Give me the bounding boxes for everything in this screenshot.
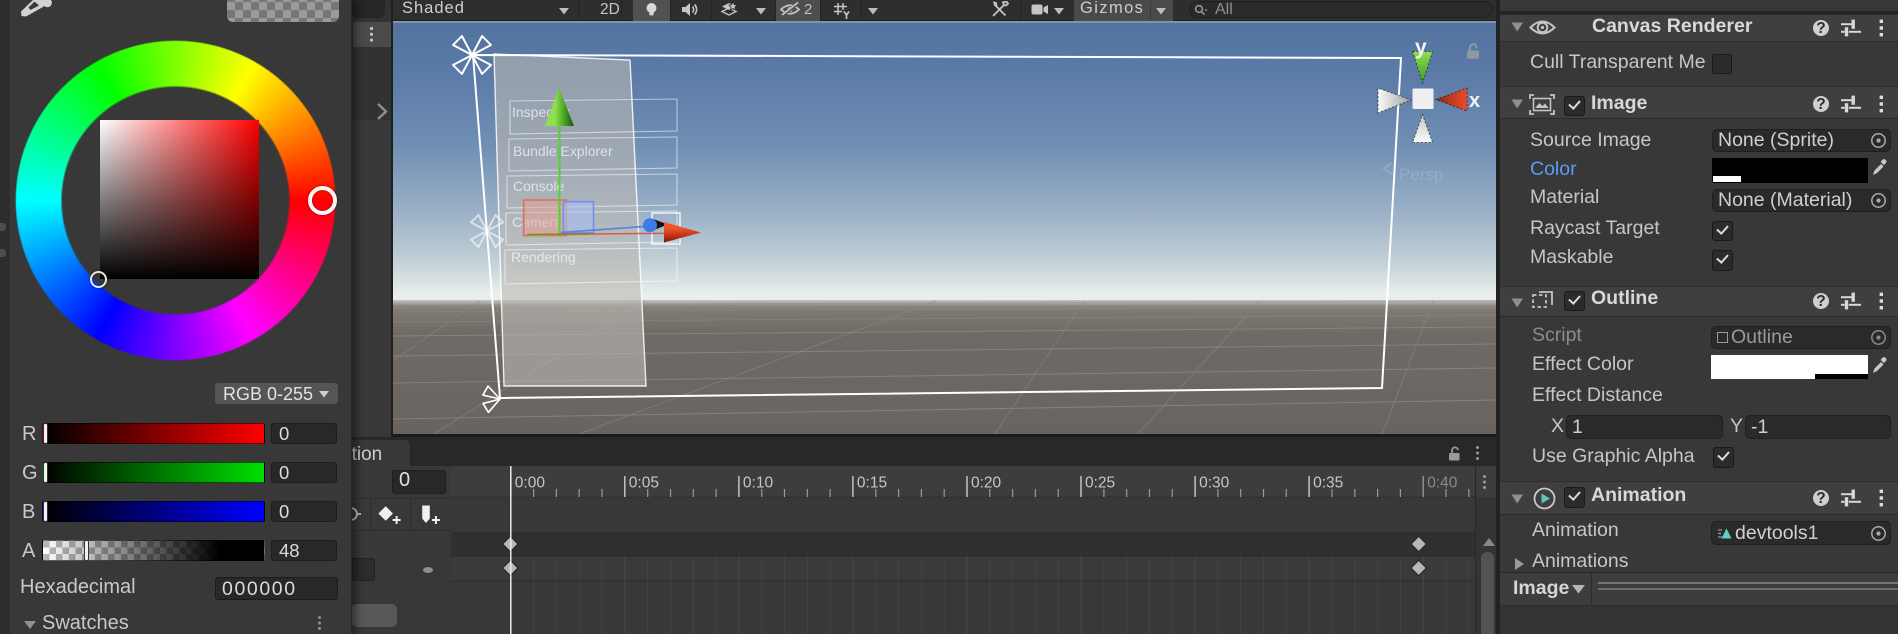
svg-text:0:30: 0:30 xyxy=(1199,475,1230,492)
svg-text:0:40: 0:40 xyxy=(1427,475,1458,492)
svg-text:Console: Console xyxy=(513,178,565,194)
svg-text:0:10: 0:10 xyxy=(743,475,774,492)
svg-text:Bundle Explorer: Bundle Explorer xyxy=(513,143,613,159)
svg-text:?: ? xyxy=(1816,20,1825,37)
svg-text:0:00: 0:00 xyxy=(515,475,546,492)
svg-text:?: ? xyxy=(1816,95,1825,112)
svg-text:y: y xyxy=(1415,36,1427,59)
svg-text:0:15: 0:15 xyxy=(857,475,887,492)
svg-text:0:35: 0:35 xyxy=(1313,475,1343,492)
svg-text:0:05: 0:05 xyxy=(629,475,659,492)
svg-text:Rendering: Rendering xyxy=(511,249,576,265)
svg-text:0:20: 0:20 xyxy=(971,475,1002,492)
svg-text:0:25: 0:25 xyxy=(1085,475,1115,492)
svg-text:?: ? xyxy=(1816,489,1825,506)
svg-text:x: x xyxy=(1469,90,1480,112)
svg-text:?: ? xyxy=(1816,292,1825,309)
svg-text:Persp: Persp xyxy=(1399,165,1443,184)
